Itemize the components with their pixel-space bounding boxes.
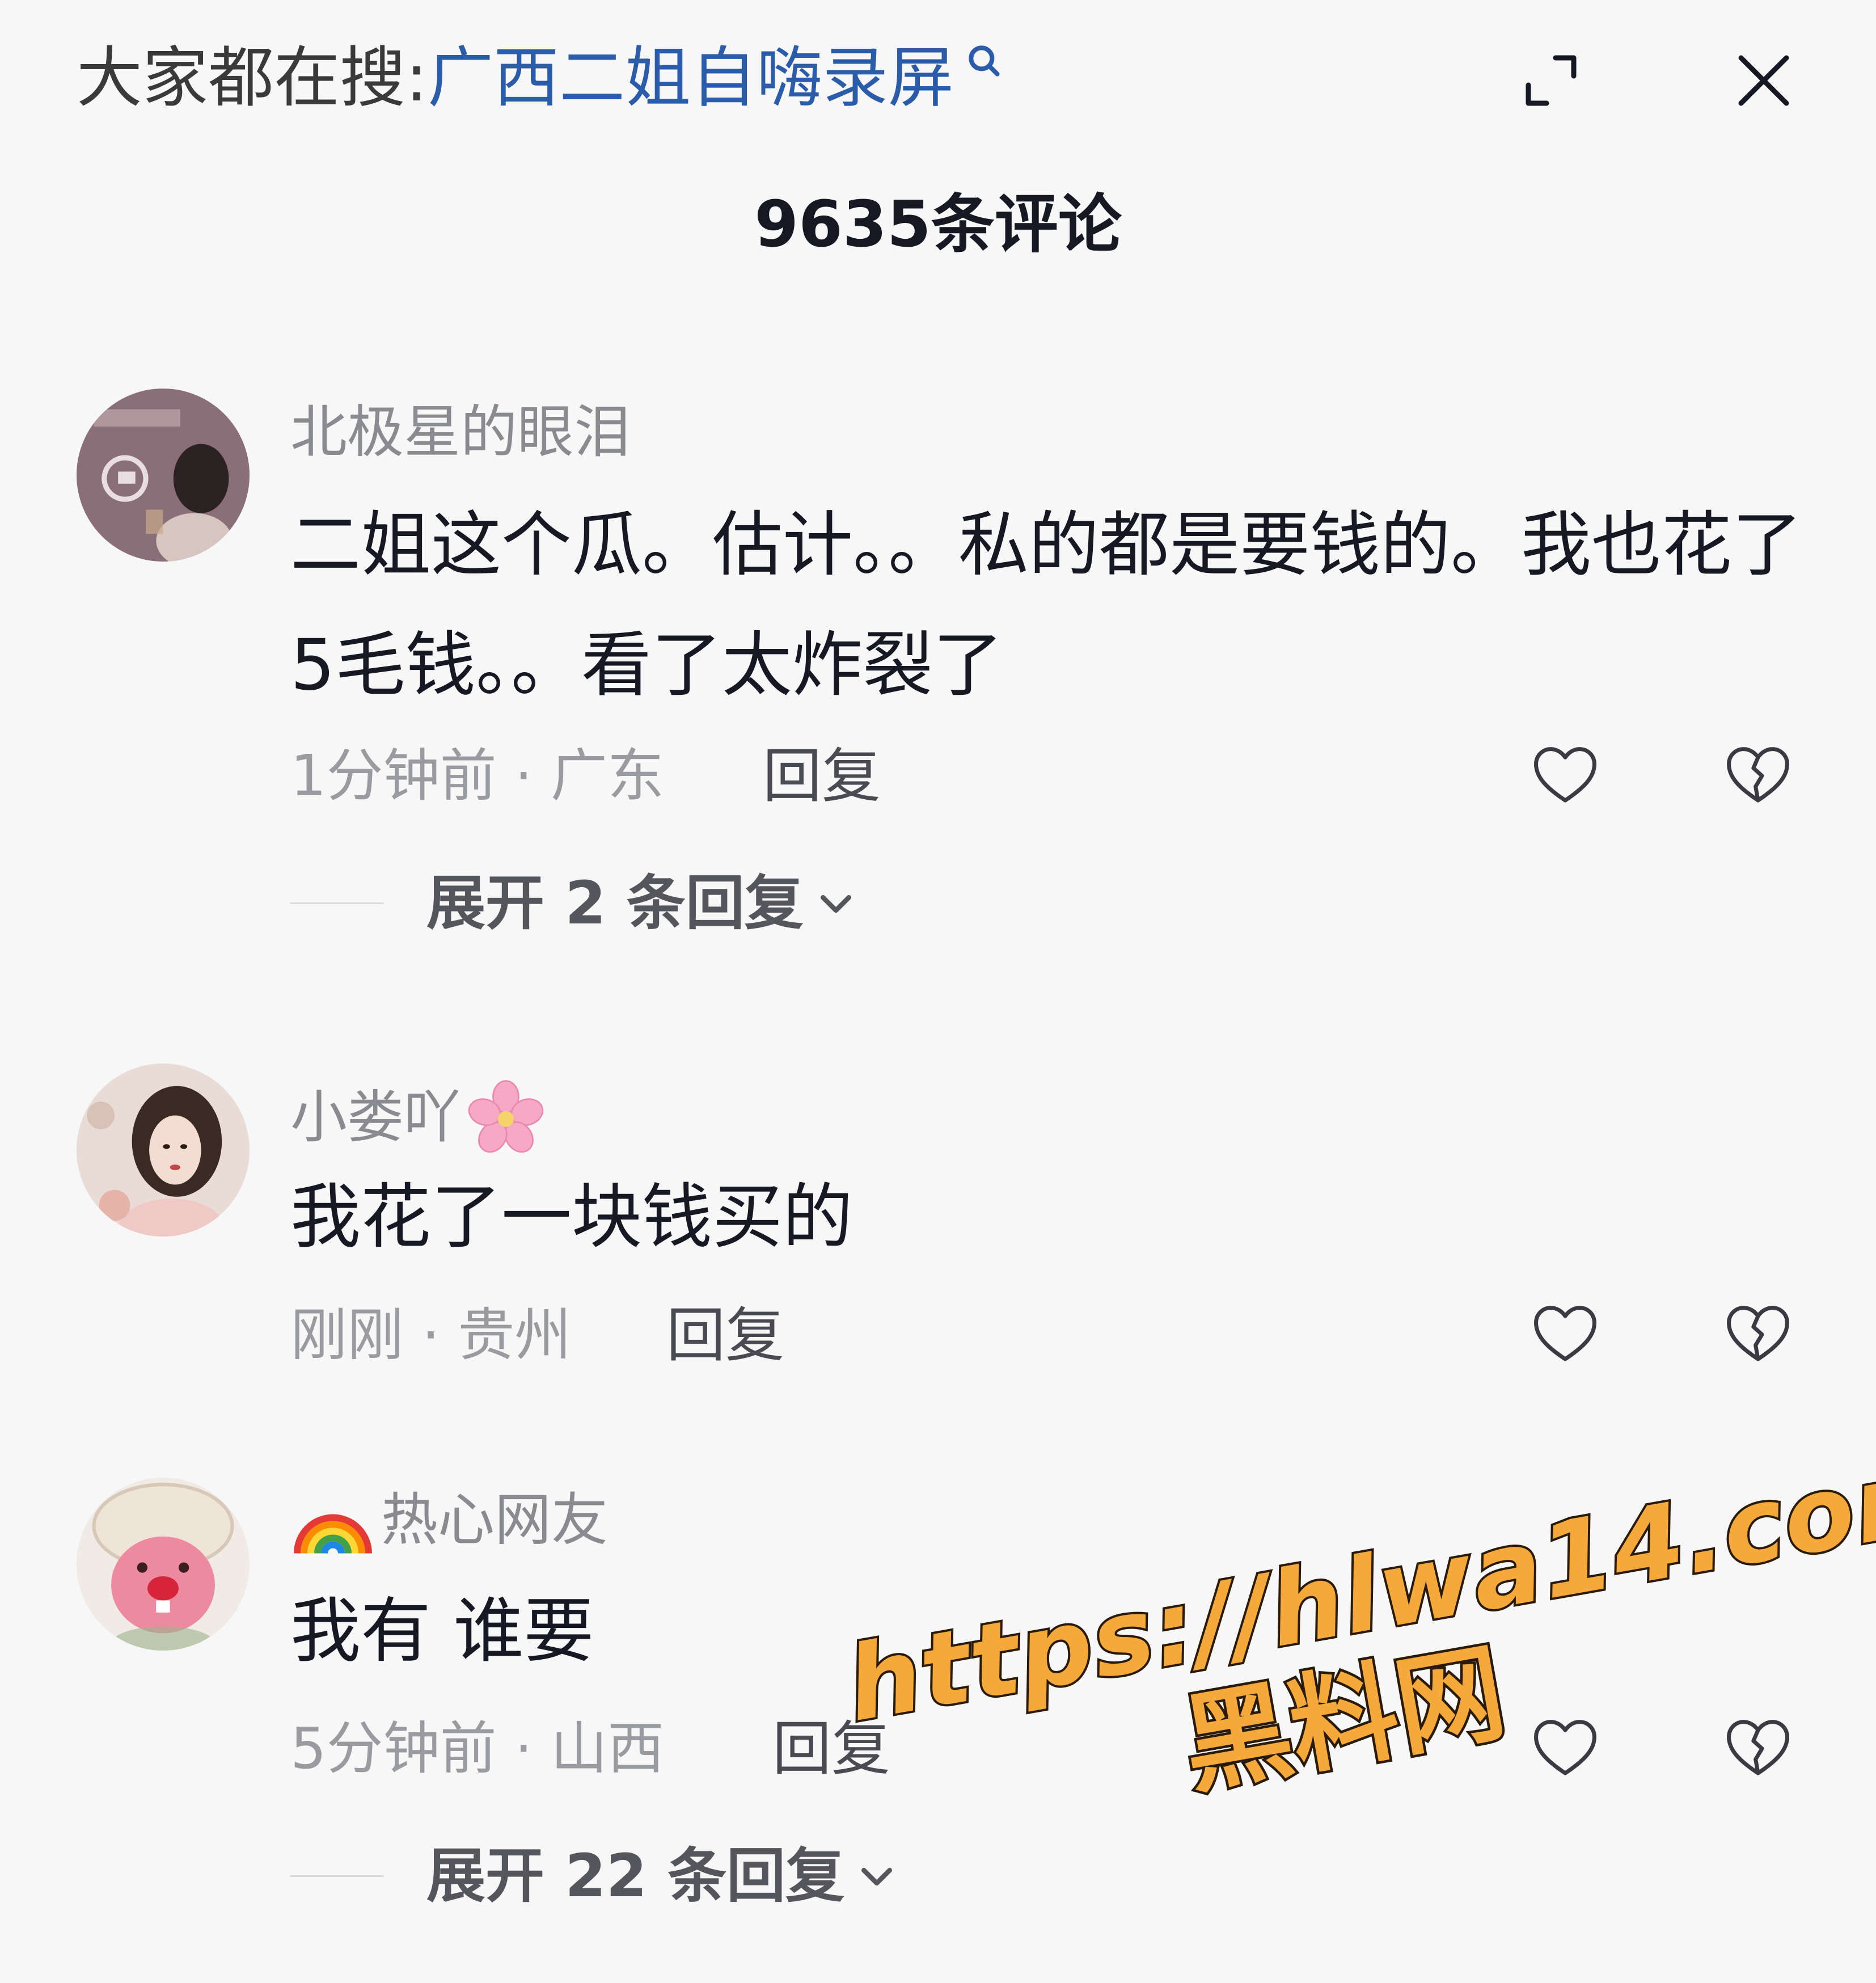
close-button[interactable] [1718,35,1809,126]
watermark: https://hlwa14.com 黑料网 [836,1430,1876,1862]
heart-icon [1534,747,1596,803]
username-text: 热心网友 [381,1487,608,1553]
search-suggestion-prefix: 大家都在搜: [77,40,428,116]
dislike-button[interactable] [1716,1290,1801,1376]
like-button[interactable] [1523,732,1608,817]
expand-icon [1526,55,1577,106]
divider-line [290,902,384,904]
chevron-down-icon [820,895,851,913]
comment-meta: 1分钟前 · 广东 [290,742,664,809]
comment-meta: 刚刚 · 贵州 [290,1302,572,1368]
close-icon [1738,55,1789,106]
username-text: 小娄吖 [290,1084,460,1150]
rainbow-emoji-icon [294,1514,372,1554]
reply-button[interactable]: 回复 [763,746,881,805]
username[interactable]: 北极星的眼泪 [290,404,631,461]
comment-text: 我花了一块钱买的 [290,1176,854,1258]
comment-meta: 5分钟前 · 山西 [290,1715,664,1782]
username[interactable]: 小娄吖 [290,1078,546,1157]
reply-button[interactable]: 回复 [666,1306,784,1365]
expand-replies-button[interactable]: 展开 2 条回复 [290,874,858,933]
expand-replies-button[interactable]: 展开 22 条回复 [290,1846,899,1905]
like-button[interactable] [1523,1290,1608,1376]
search-suggestion[interactable]: 大家都在搜: 广西二姐自嗨录屏 [77,33,1006,124]
heart-icon [1534,1306,1596,1361]
dislike-button[interactable] [1716,732,1801,817]
search-icon [969,45,1000,77]
dislike-button[interactable] [1716,1704,1801,1790]
search-suggestion-term[interactable]: 广西二姐自嗨录屏 [428,45,954,111]
comment-count: 9635条评论 [754,188,1122,261]
user-avatar-image [77,1064,250,1237]
divider-line [290,1875,384,1877]
avatar[interactable] [77,389,250,562]
avatar[interactable] [77,1478,250,1651]
cherry-blossom-emoji-icon [468,1080,544,1153]
comment-text: 二姐这个瓜。估计。。私的都是要钱的。我也花了5毛钱。。看了太炸裂了 [290,504,1803,706]
user-avatar-image [77,1478,250,1651]
expand-replies-label: 展开 2 条回复 [426,868,804,938]
broken-heart-icon [1727,1720,1789,1775]
username[interactable]: 热心网友 [290,1480,608,1560]
broken-heart-icon [1727,747,1789,803]
avatar[interactable] [77,1064,250,1237]
expand-replies-label: 展开 22 条回复 [426,1841,845,1910]
username-text: 北极星的眼泪 [290,399,631,465]
expand-button[interactable] [1511,41,1591,120]
broken-heart-icon [1727,1306,1789,1361]
user-avatar-image [77,389,250,562]
chevron-down-icon [861,1868,893,1886]
